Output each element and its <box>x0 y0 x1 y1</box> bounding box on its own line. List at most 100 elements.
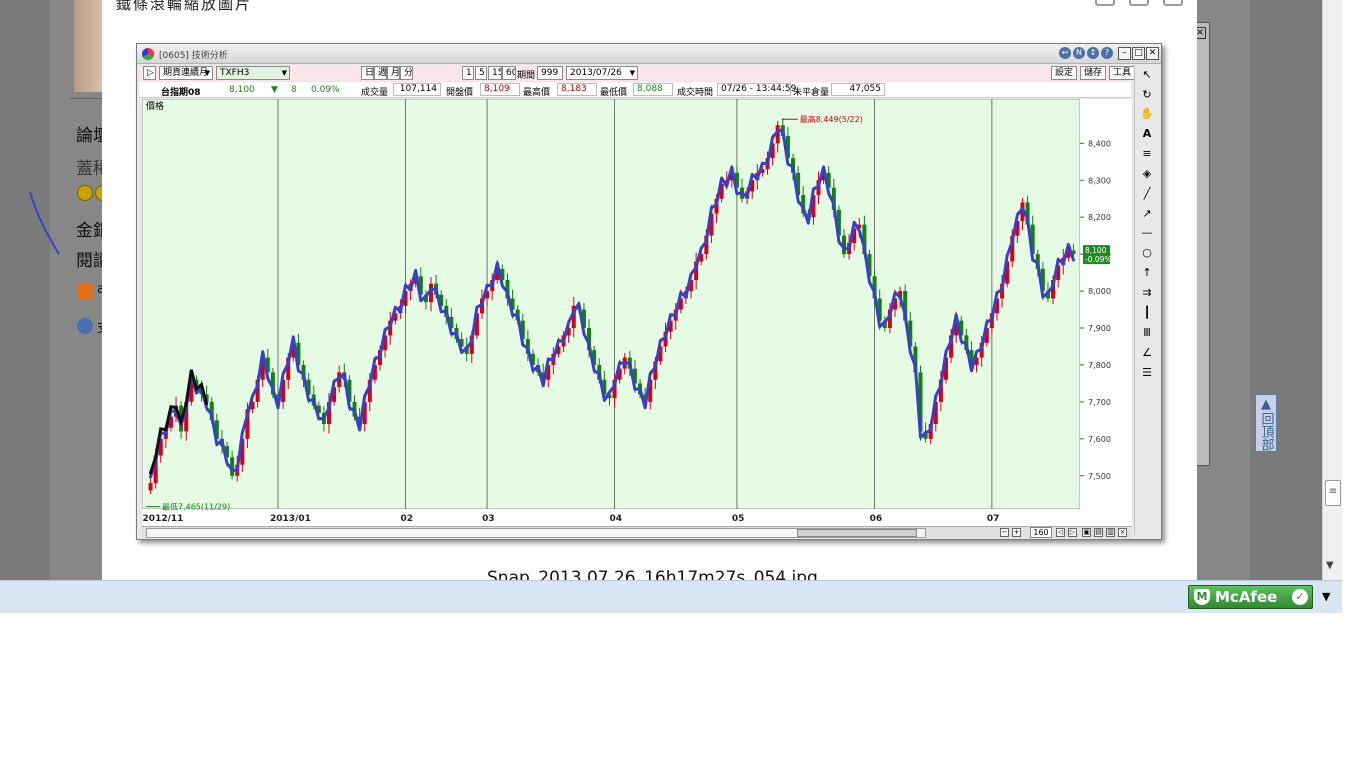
original-size-button[interactable] <box>1129 0 1149 6</box>
horizontal-scrollbar[interactable] <box>146 528 926 538</box>
shield-icon: M <box>1194 589 1210 605</box>
play-button[interactable]: ▷ <box>143 66 156 80</box>
home-icon[interactable] <box>77 283 93 299</box>
trade-time-label: 成交時間 <box>677 88 714 98</box>
horizontal-line-icon[interactable]: — <box>1139 225 1155 241</box>
y-tick-label: 7,500 <box>1088 472 1111 481</box>
y-tick-label: 7,600 <box>1088 435 1111 444</box>
x-tick-label: 2012/11 <box>143 514 184 524</box>
low-annotation: 最低7,465(11/29) <box>162 502 230 512</box>
layout-icon[interactable]: ▤ <box>1094 528 1103 537</box>
circle-icon[interactable]: ○ <box>1139 245 1155 261</box>
chart-svg: 價格 7,500 7,600 7,700 7,800 7,900 8,000 8,100 8,2… <box>142 99 1132 528</box>
current-price-label: 8,100 <box>1085 246 1107 255</box>
grid-icon[interactable]: ☰ <box>1139 365 1155 381</box>
user-icon[interactable] <box>77 318 93 334</box>
current-price-label: -0.09% <box>1085 255 1112 264</box>
plot-background <box>142 99 1081 510</box>
chart-bottom-bar: − + 160 ◁ ▷ ▣ ▤ ▥ × <box>142 526 1132 538</box>
arrow-icon[interactable]: ↑ <box>1139 265 1155 281</box>
open-label: 開盤價 <box>446 88 474 98</box>
down-arrow-icon: ▼ <box>271 85 278 95</box>
scroll-down-icon[interactable]: ▼ <box>1326 560 1334 571</box>
zoom-button[interactable] <box>1095 0 1115 6</box>
lines-icon[interactable]: ≡ <box>1139 146 1155 162</box>
drawing-toolbar: ↖ ↻ ✋ A ≡ ◈ ╱ ↗ — ○ ↑ ⇉ ┃ Ⅲ ∠ ☰ <box>1134 65 1160 535</box>
contract-name: 台指期08 <box>161 88 201 98</box>
close-lightbox-button[interactable] <box>1163 0 1183 6</box>
x-tick-label: 05 <box>732 514 745 524</box>
news-icon[interactable]: N <box>1073 47 1085 59</box>
minimize-button[interactable]: – <box>1118 47 1131 60</box>
period-month-button[interactable]: 月 <box>387 66 400 80</box>
scroll-right-icon[interactable]: ▷ <box>1068 528 1077 537</box>
x-tick-label: 06 <box>870 514 883 524</box>
close-button[interactable]: ✕ <box>1146 47 1159 60</box>
date-select[interactable]: 2013/07/26 <box>566 66 638 80</box>
trading-window: [0605] 技術分析 ↩ N ↕ ? – □ ✕ ▷ 期貨連續月 TXFH3 … <box>136 43 1162 540</box>
minute-5-button[interactable]: 5 <box>475 66 487 80</box>
hand-icon[interactable]: ✋ <box>1139 106 1155 122</box>
period-day-button[interactable]: 日 <box>361 66 374 80</box>
back-to-top-label: 回頂部 <box>1258 412 1274 451</box>
period-label: 期間 <box>517 71 536 81</box>
high-label: 最高價 <box>523 88 551 98</box>
x-tick-label: 2013/01 <box>270 514 311 524</box>
line-icon[interactable]: ╱ <box>1139 186 1155 202</box>
page-scrollbar-thumb[interactable]: ≡ <box>1325 480 1341 506</box>
product-select[interactable]: 期貨連續月 <box>159 66 213 80</box>
y-tick-label: 7,900 <box>1088 324 1111 333</box>
zoom-out-icon[interactable]: − <box>1000 528 1009 537</box>
y-tick-label: 8,400 <box>1088 139 1111 148</box>
lightbox-title: 鐵條滾輪縮放圖片 <box>116 0 253 13</box>
chevron-down-icon[interactable]: ▼ <box>1322 590 1330 603</box>
arrow-up-icon: ▲ <box>1261 397 1271 412</box>
period-week-button[interactable]: 週 <box>374 66 387 80</box>
page-vertical-scrollbar[interactable]: ≡ ▼ <box>1322 0 1342 580</box>
minute-60-button[interactable]: 60 <box>502 66 516 80</box>
trade-time-value: 07/26 - 13:44:59 <box>717 83 796 96</box>
mcafee-button[interactable]: M McAfee ✓ <box>1188 585 1313 609</box>
low-label: 最低價 <box>600 88 628 98</box>
tools-button[interactable]: 工具 <box>1109 66 1135 80</box>
period-minute-button[interactable]: 分 <box>400 66 413 80</box>
eraser-icon[interactable]: ◈ <box>1139 166 1155 182</box>
pointer-icon[interactable]: ↖ <box>1139 67 1155 83</box>
help-icon[interactable]: ? <box>1101 47 1113 59</box>
price-chart[interactable]: 價格 7,500 7,600 7,700 7,800 7,900 8,000 8,100 8,2… <box>142 99 1132 528</box>
link-icon[interactable]: ↩ <box>1059 47 1071 59</box>
settings-button[interactable]: 設定 <box>1051 66 1077 80</box>
window-title: [0605] 技術分析 <box>159 51 228 61</box>
y-tick-label: 8,300 <box>1088 176 1111 185</box>
chart-type-icon[interactable]: ▣ <box>1082 528 1091 537</box>
sync-icon[interactable]: ↕ <box>1087 47 1099 59</box>
fibonacci-icon[interactable]: ⇉ <box>1139 285 1155 301</box>
vertical-lines-icon[interactable]: Ⅲ <box>1139 325 1155 341</box>
angle-icon[interactable]: ∠ <box>1139 345 1155 361</box>
scrollbar-thumb[interactable] <box>797 529 917 537</box>
symbol-select[interactable]: TXFH3 <box>216 66 290 80</box>
bars-icon[interactable]: ┃ <box>1139 305 1155 321</box>
browser-status-bar: M McAfee ✓ ▼ <box>0 580 1342 613</box>
print-icon[interactable]: ▥ <box>1106 528 1115 537</box>
period-input[interactable]: 999 <box>537 66 563 80</box>
x-tick-label: 07 <box>987 514 1000 524</box>
y-axis-background <box>1080 99 1132 528</box>
close-chart-icon[interactable]: × <box>1118 528 1127 537</box>
save-button[interactable]: 儲存 <box>1080 66 1106 80</box>
maximize-button[interactable]: □ <box>1132 47 1145 60</box>
y-tick-label: 7,700 <box>1088 398 1111 407</box>
text-icon[interactable]: A <box>1139 126 1155 142</box>
chart-title: 價格 <box>146 100 164 112</box>
back-to-top-button[interactable]: ▲ 回頂部 <box>1255 394 1277 452</box>
zoom-in-icon[interactable]: + <box>1012 528 1021 537</box>
scroll-left-icon[interactable]: ◁ <box>1056 528 1065 537</box>
minute-1-button[interactable]: 1 <box>462 66 474 80</box>
screen: 論壇 蓋稀 金銀 閱讀 æ 支 × ▲回頂部 鐵條滾輪縮放圖片 Snap_201… <box>0 0 1366 768</box>
toolbar: ▷ 期貨連續月 TXFH3 日 週 月 分 1 5 15 60 期間 999 2… <box>139 65 1135 81</box>
minute-15-button[interactable]: 15 <box>488 66 502 80</box>
app-logo-icon <box>142 48 154 60</box>
pan-icon[interactable]: ↻ <box>1139 87 1155 103</box>
ray-icon[interactable]: ↗ <box>1139 206 1155 222</box>
zoom-level[interactable]: 160 <box>1030 527 1052 538</box>
